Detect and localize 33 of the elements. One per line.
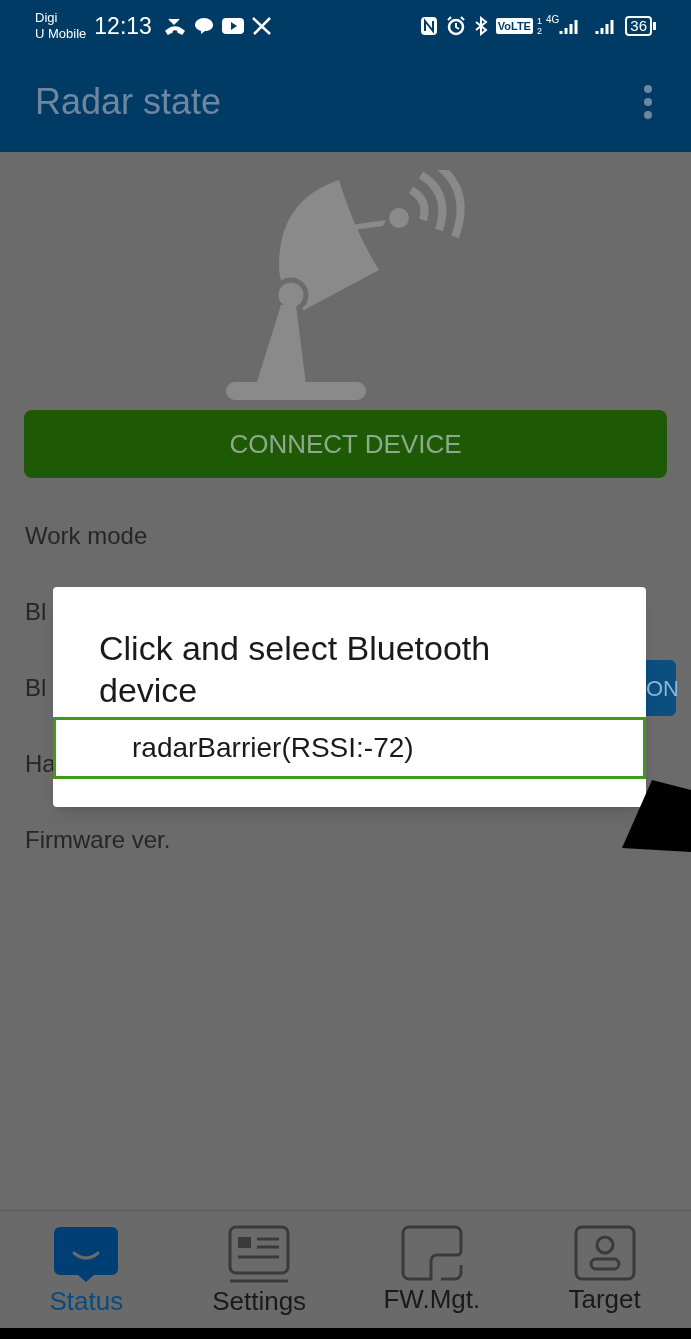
connect-device-button[interactable]: CONNECT DEVICE — [24, 410, 667, 478]
dialog-title: Click and select Bluetooth device — [98, 628, 492, 711]
row-label: Bl — [25, 673, 47, 703]
sim-slot-number: 1 — [536, 16, 542, 26]
play-icon — [221, 18, 244, 34]
nfc-icon — [419, 16, 438, 36]
more-menu-icon[interactable] — [643, 84, 653, 120]
card-icon — [228, 1225, 291, 1283]
carrier-name: Digi — [35, 10, 59, 26]
battery-level: 36 — [625, 16, 652, 36]
nav-tab[interactable]: Status — [0, 1225, 173, 1317]
bluetooth-icon — [473, 16, 488, 36]
sim-slot-number: 2 — [536, 26, 542, 36]
nav-tab[interactable]: Settings — [172, 1225, 346, 1317]
row-label: Firmware ver. — [25, 825, 171, 855]
pointer-shape — [622, 780, 691, 852]
row-label: Work mode — [25, 521, 148, 551]
nav-tab[interactable]: Target — [518, 1225, 691, 1315]
missed-call-icon — [163, 17, 186, 35]
row-label: Bl — [25, 597, 47, 627]
network-type: 4G — [545, 13, 560, 27]
clock: 12:13 — [94, 11, 152, 41]
volte-badge: VoLTE — [495, 17, 533, 35]
device-list-item[interactable]: radarBarrier(RSSI:-72) — [53, 717, 646, 779]
alarm-clock-icon — [445, 16, 466, 36]
app-title: Radar state — [35, 80, 223, 124]
chat-smile-icon — [52, 1225, 121, 1283]
person-card-icon — [573, 1225, 636, 1281]
signal-bars-icon — [559, 17, 580, 35]
nav-tab[interactable]: FW.Mgt. — [345, 1225, 519, 1315]
carrier-name: U Mobile — [35, 26, 87, 42]
chat-bubble-icon — [193, 17, 214, 35]
x-logo-icon — [251, 17, 272, 35]
